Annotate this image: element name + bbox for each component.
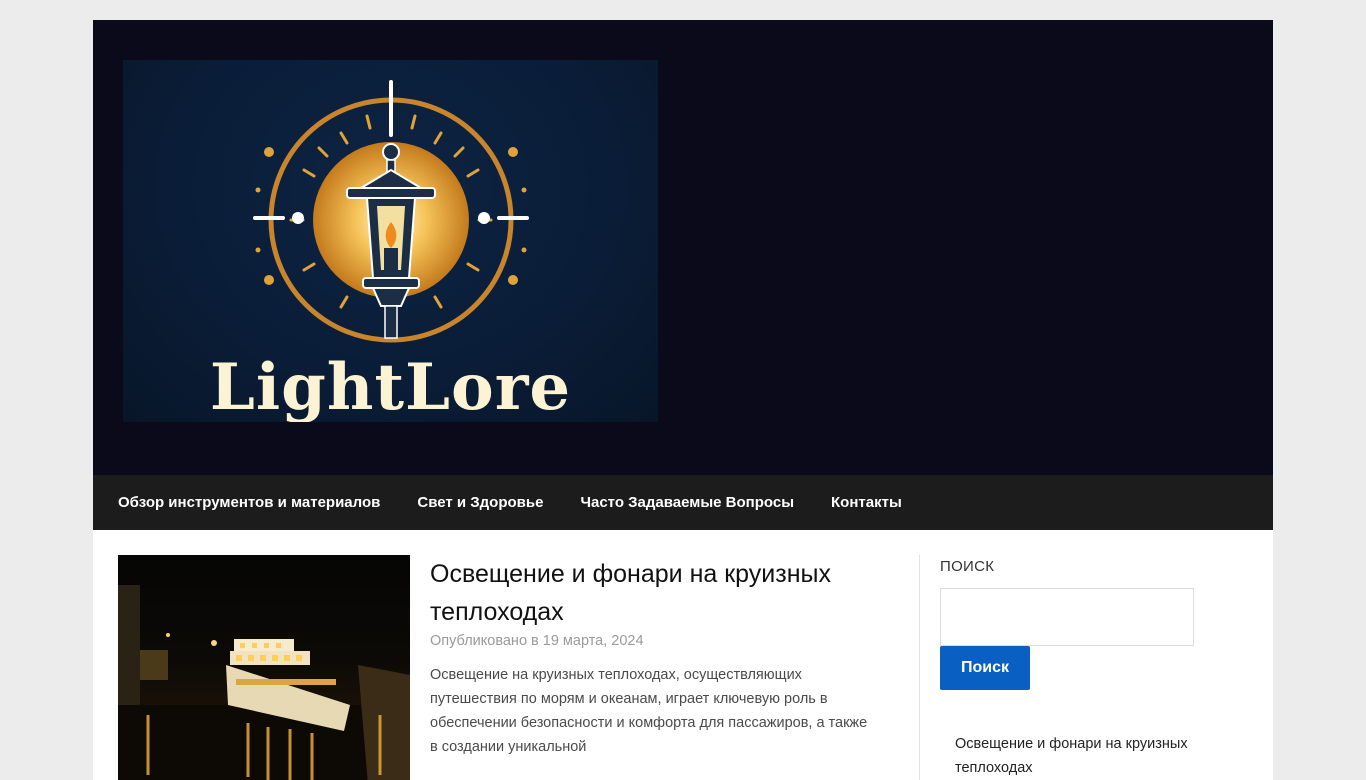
nav-item-tools-review[interactable]: Обзор инструментов и материалов: [118, 494, 380, 511]
nav-item-contacts[interactable]: Контакты: [831, 494, 902, 511]
logo-wordmark: LightLore: [209, 350, 572, 422]
search-widget-title: ПОИСК: [940, 558, 995, 575]
post-excerpt: Освещение на круизных теплоходах, осущес…: [430, 667, 868, 755]
search-button[interactable]: Поиск: [940, 646, 1030, 690]
main-navigation: Обзор инструментов и материалов Свет и З…: [93, 475, 1273, 530]
main-content: Освещение и фонари на круизных теплохода…: [93, 530, 1273, 780]
post-date: Опубликовано в 19 марта, 2024: [430, 633, 644, 649]
post-thumbnail[interactable]: [118, 555, 410, 780]
nav-item-faq[interactable]: Часто Задаваемые Вопросы: [580, 494, 794, 511]
page-wrapper: LightLore Обзор инструментов и материало…: [93, 20, 1273, 780]
nav-item-light-health[interactable]: Свет и Здоровье: [417, 494, 543, 511]
post-card: Освещение и фонари на круизных теплохода…: [430, 555, 870, 759]
site-logo[interactable]: LightLore: [123, 60, 658, 422]
cruise-ship-image-icon: [118, 585, 410, 780]
site-header: LightLore: [93, 20, 1273, 475]
recent-post-link[interactable]: Освещение и фонари на круизных теплохода…: [955, 732, 1225, 780]
sidebar-divider: [919, 555, 920, 780]
search-input[interactable]: [940, 588, 1194, 646]
post-title[interactable]: Освещение и фонари на круизных теплохода…: [430, 555, 870, 631]
sidebar: ПОИСК Поиск Освещение и фонари на круизн…: [940, 555, 1260, 780]
